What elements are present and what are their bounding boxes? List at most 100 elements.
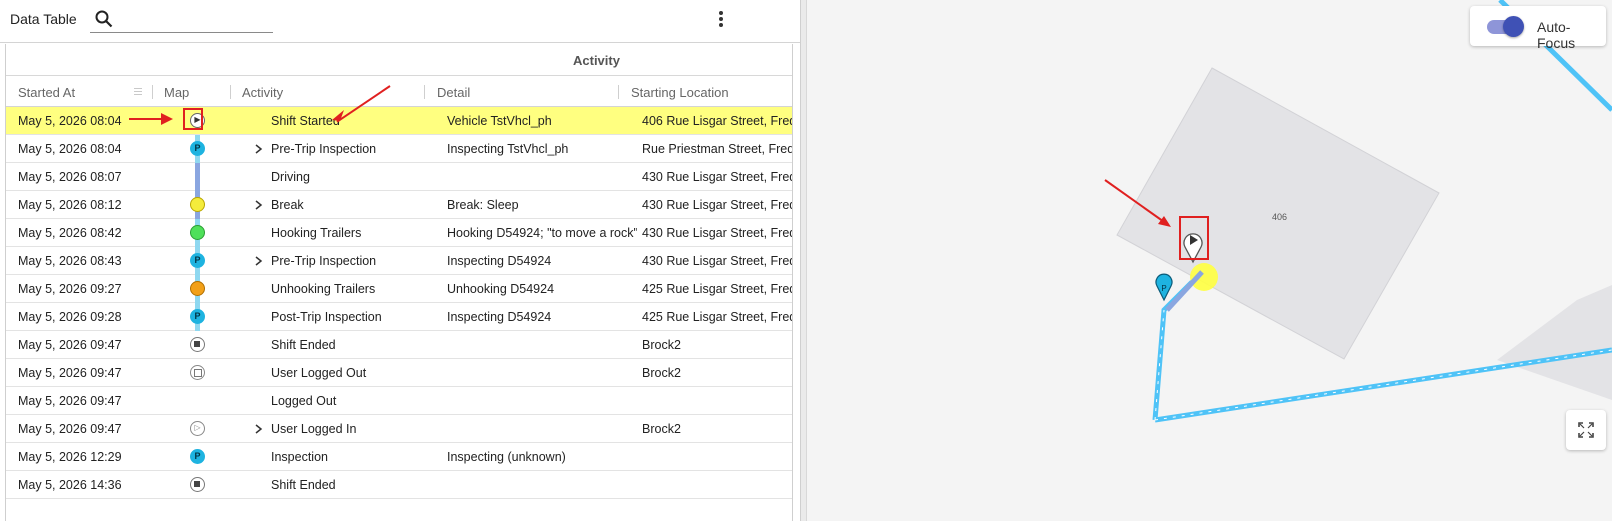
column-separator[interactable] <box>424 85 425 99</box>
stop-icon[interactable] <box>190 477 205 492</box>
cell-activity: Hooking Trailers <box>271 226 362 240</box>
data-table-panel: Data Table Activity Started At Map Activ… <box>0 0 800 521</box>
column-header-starting-location[interactable]: Starting Location <box>631 85 729 100</box>
cell-starting-location: 430 Rue Lisgar Street, Frede <box>642 254 792 268</box>
unhook-icon[interactable] <box>190 281 205 296</box>
cell-detail: Unhooking D54924 <box>447 282 555 296</box>
table-row[interactable]: May 5, 2026 08:12 Break Break: Sleep 430 Ru… <box>6 191 792 219</box>
column-separator[interactable] <box>152 85 153 99</box>
column-separator[interactable] <box>230 85 231 99</box>
building <box>1497 285 1612 400</box>
cell-starting-location: 430 Rue Lisgar Street, Frede <box>642 170 792 184</box>
panel-splitter[interactable] <box>800 0 807 521</box>
column-menu-icon[interactable] <box>134 91 142 92</box>
table-row[interactable]: May 5, 2026 09:47 Shift Ended Brock2 <box>6 331 792 359</box>
inspection-pin-icon[interactable]: P <box>190 309 205 324</box>
chevron-right-icon[interactable] <box>254 144 263 154</box>
cell-activity: Shift Ended <box>271 478 336 492</box>
cell-activity: Pre-Trip Inspection <box>271 254 377 268</box>
cell-detail: Inspecting D54924 <box>447 254 552 268</box>
inspection-pin-icon[interactable]: P <box>190 253 205 268</box>
map-canvas[interactable]: 406 P <box>807 0 1612 521</box>
login-icon[interactable]: ▷ <box>190 421 205 436</box>
toggle-knob[interactable] <box>1503 16 1524 37</box>
map-view[interactable]: 406 P Auto-Focus <box>807 0 1612 521</box>
table-row[interactable]: May 5, 2026 08:43 Pre-Trip Inspection Insp… <box>6 247 792 275</box>
chevron-right-icon[interactable] <box>254 200 263 210</box>
auto-focus-toggle[interactable]: Auto-Focus <box>1470 6 1606 51</box>
cell-activity: Inspection <box>271 450 328 464</box>
column-separator[interactable] <box>618 85 619 99</box>
cell-detail: Vehicle TstVhcl_ph <box>447 114 552 128</box>
cell-detail: Inspecting (unknown) <box>447 450 566 464</box>
table-row[interactable]: May 5, 2026 09:27 Unhooking Trailers Unhoo… <box>6 275 792 303</box>
column-header-activity[interactable]: Activity <box>242 85 283 100</box>
cell-started-at: May 5, 2026 14:36 <box>18 478 122 492</box>
building-label: 406 <box>1272 212 1287 222</box>
search-input[interactable] <box>90 32 273 33</box>
app-root: Data Table Activity Started At Map Activ… <box>0 0 1612 521</box>
break-icon[interactable] <box>190 197 205 212</box>
cell-detail: Inspecting TstVhcl_ph <box>447 142 569 156</box>
inspection-pin-icon[interactable]: P <box>1155 273 1173 302</box>
column-header-row: Started At Map Activity Detail Starting … <box>6 76 792 107</box>
cell-starting-location: Brock2 <box>642 338 681 352</box>
column-header-detail[interactable]: Detail <box>437 85 470 100</box>
cell-started-at: May 5, 2026 08:07 <box>18 170 122 184</box>
cell-detail: Inspecting D54924 <box>447 310 552 324</box>
table-toolbar: Data Table <box>0 0 800 43</box>
annotation-box-marker <box>183 108 203 130</box>
auto-focus-label: Auto-Focus <box>1537 19 1576 51</box>
stop-icon[interactable] <box>190 337 205 352</box>
cell-detail: Hooking D54924; "to move a rock" <box>447 226 637 240</box>
cell-started-at: May 5, 2026 09:47 <box>18 366 122 380</box>
svg-text:P: P <box>1161 284 1166 293</box>
table-row[interactable]: May 5, 2026 14:36 Shift Ended <box>6 471 792 499</box>
inspection-pin-icon[interactable]: P <box>190 141 205 156</box>
search-icon[interactable] <box>94 9 114 29</box>
cell-started-at: May 5, 2026 12:29 <box>18 450 122 464</box>
column-group-title: Activity <box>573 53 620 68</box>
fullscreen-icon <box>1578 422 1594 438</box>
table-row[interactable]: May 5, 2026 09:28 Post-Trip Inspection Ins… <box>6 303 792 331</box>
cell-started-at: May 5, 2026 09:47 <box>18 338 122 352</box>
annotation-arrowhead <box>161 113 173 125</box>
cell-starting-location: 430 Rue Lisgar Street, Frede <box>642 226 792 240</box>
inspection-pin-icon[interactable]: P <box>190 449 205 464</box>
panel-title: Data Table <box>10 11 77 27</box>
annotation-arrowhead <box>332 110 344 121</box>
table-row[interactable]: May 5, 2026 08:42 Hooking Trailers Hooking… <box>6 219 792 247</box>
cell-activity: Unhooking Trailers <box>271 282 376 296</box>
cell-started-at: May 5, 2026 08:42 <box>18 226 122 240</box>
cell-starting-location: Rue Priestman Street, Frede <box>642 142 792 156</box>
table-row[interactable]: May 5, 2026 12:29 Inspection Inspecting (u… <box>6 443 792 471</box>
cell-activity: Driving <box>271 170 310 184</box>
cell-starting-location: 430 Rue Lisgar Street, Frede <box>642 198 792 212</box>
cell-activity: Shift Started <box>271 114 340 128</box>
cell-starting-location: Brock2 <box>642 366 681 380</box>
table-row[interactable]: May 5, 2026 08:04 Shift Started Vehicle Ts… <box>6 107 792 135</box>
column-header-map[interactable]: Map <box>164 85 189 100</box>
chevron-right-icon[interactable] <box>254 424 263 434</box>
logout-icon[interactable] <box>190 365 205 380</box>
table-row[interactable]: May 5, 2026 08:07 Driving 430 Rue Lisgar S… <box>6 163 792 191</box>
cell-activity: Pre-Trip Inspection <box>271 142 377 156</box>
column-group-header: Activity <box>6 44 792 76</box>
column-header-started-at[interactable]: Started At <box>18 85 75 100</box>
table-row[interactable]: May 5, 2026 09:47 Logged Out <box>6 387 792 415</box>
activity-grid: Activity Started At Map Activity Detail … <box>5 44 793 521</box>
chevron-right-icon[interactable] <box>254 256 263 266</box>
cell-activity: Post-Trip Inspection <box>271 310 382 324</box>
cell-started-at: May 5, 2026 09:47 <box>18 394 122 408</box>
table-row[interactable]: May 5, 2026 09:47 User Logged In Brock2 ▷ <box>6 415 792 443</box>
table-row[interactable]: May 5, 2026 09:47 User Logged Out Brock2 <box>6 359 792 387</box>
cell-started-at: May 5, 2026 08:12 <box>18 198 122 212</box>
cell-started-at: May 5, 2026 08:43 <box>18 254 122 268</box>
fullscreen-button[interactable] <box>1566 410 1606 450</box>
table-row[interactable]: May 5, 2026 08:04 Pre-Trip Inspection Insp… <box>6 135 792 163</box>
hook-icon[interactable] <box>190 225 205 240</box>
cell-started-at: May 5, 2026 08:04 <box>18 142 122 156</box>
more-vert-icon[interactable] <box>717 9 725 31</box>
table-body: May 5, 2026 08:04 Shift Started Vehicle Ts… <box>6 107 792 499</box>
cell-starting-location: 406 Rue Lisgar Street, Frede <box>642 114 792 128</box>
